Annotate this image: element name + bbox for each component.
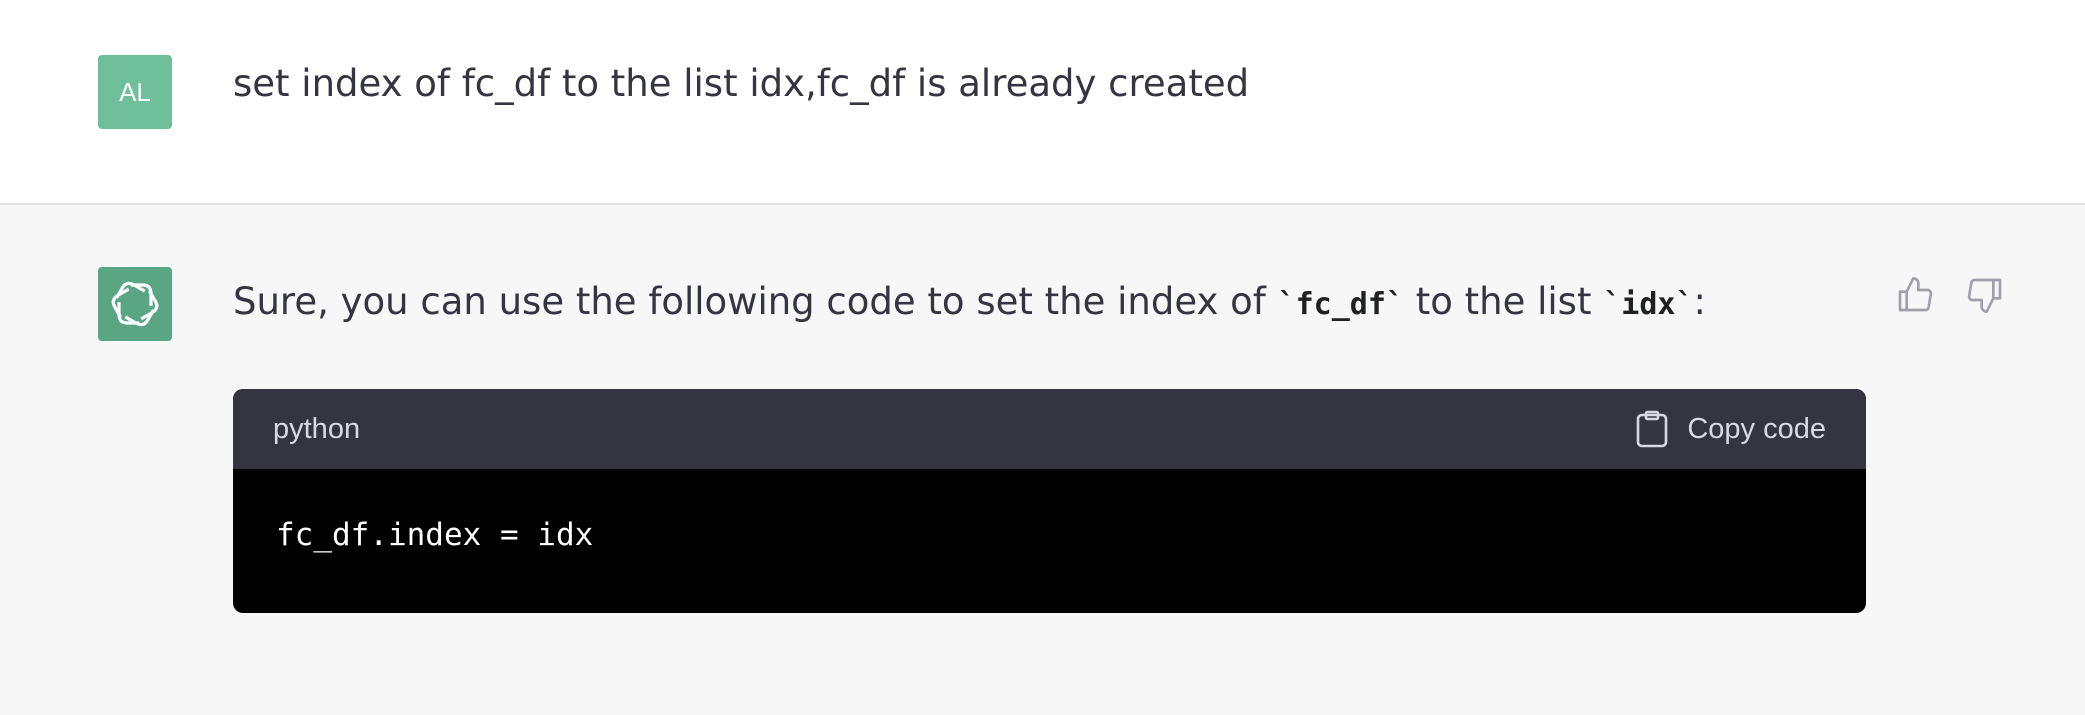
message-text-segment: to the list xyxy=(1403,280,1604,323)
message-text-segment: Sure, you can use the following code to … xyxy=(233,280,1278,323)
code-language-label: python xyxy=(273,412,361,445)
inline-code-idx: `idx` xyxy=(1603,287,1694,322)
clipboard-icon xyxy=(1637,410,1668,448)
assistant-message-row: Sure, you can use the following code to … xyxy=(0,205,2085,715)
assistant-message-text: Sure, you can use the following code to … xyxy=(233,280,1706,323)
code-block-header: python Copy code xyxy=(233,389,1866,469)
user-avatar: AL xyxy=(98,55,172,129)
code-block: python Copy code fc_df.index = idx xyxy=(233,389,1866,613)
copy-code-label: Copy code xyxy=(1687,412,1826,445)
user-message-text: set index of fc_df to the list idx,fc_df… xyxy=(233,62,1250,105)
thumbs-down-button[interactable] xyxy=(1963,273,2007,317)
message-text-segment: : xyxy=(1693,280,1707,323)
thumbs-down-icon xyxy=(1967,278,2002,313)
assistant-avatar xyxy=(98,267,172,341)
thumbs-up-button[interactable] xyxy=(1893,273,1937,317)
openai-logo-icon xyxy=(111,281,159,327)
copy-code-button[interactable]: Copy code xyxy=(1635,410,1826,448)
thumbs-up-icon xyxy=(1898,277,1933,312)
inline-code-fc-df: `fc_df` xyxy=(1277,287,1404,322)
user-message-row: AL set index of fc_df to the list idx,fc… xyxy=(0,0,2085,205)
code-content: fc_df.index = idx xyxy=(276,517,594,553)
avatar-initials: AL xyxy=(119,76,151,107)
